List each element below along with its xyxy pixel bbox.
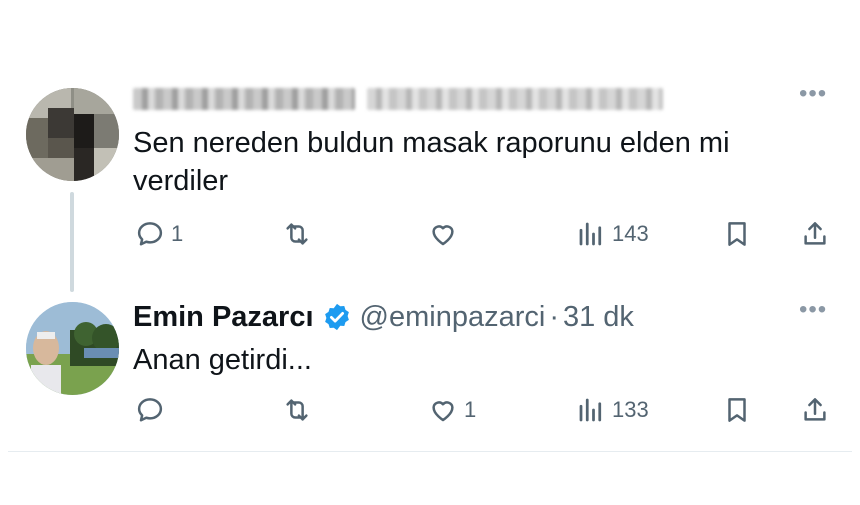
bookmark-icon (728, 222, 746, 246)
divider (8, 451, 852, 452)
retweet-icon (286, 223, 308, 245)
thread-connector-line (70, 192, 74, 292)
share-button[interactable] (800, 219, 830, 249)
views-chart-icon (579, 222, 602, 246)
more-options-icon[interactable]: ••• (799, 298, 827, 322)
views-count: 133 (612, 397, 649, 422)
avatar-blurred[interactable] (26, 88, 119, 181)
tweet-text: Sen nereden buldun masak raporunu elden … (133, 127, 730, 197)
views-chart-icon (579, 398, 602, 422)
heart-icon (432, 401, 454, 422)
verified-badge-icon (324, 303, 349, 331)
like-button[interactable] (428, 219, 458, 249)
separator-dot: · (549, 300, 559, 333)
reply-button[interactable]: 1 (135, 219, 183, 249)
like-count: 1 (464, 397, 477, 422)
retweet-icon (286, 399, 308, 421)
tweet-timestamp[interactable]: 31 dk (563, 301, 634, 334)
avatar-emin-pazarci[interactable] (26, 302, 119, 395)
reply-icon (137, 398, 163, 422)
views-count: 143 (612, 221, 649, 246)
share-icon (804, 398, 826, 421)
share-button[interactable] (800, 395, 830, 425)
bookmark-button[interactable] (722, 395, 752, 425)
more-options-icon[interactable]: ••• (799, 82, 827, 106)
views-button[interactable]: 133 (576, 395, 649, 425)
tweet-text: Anan getirdi... (133, 344, 312, 376)
bookmark-button[interactable] (722, 219, 752, 249)
blurred-author-name (133, 88, 355, 110)
author-handle[interactable]: @eminpazarci (360, 301, 546, 334)
author-name[interactable]: Emin Pazarcı (133, 301, 314, 334)
reply-count: 1 (171, 221, 184, 246)
bookmark-icon (728, 398, 746, 422)
retweet-button[interactable] (282, 219, 312, 249)
conversation-thread: ••• Sen nereden buldun masak raporunu el… (0, 0, 860, 505)
reply-button[interactable] (135, 395, 165, 425)
share-icon (804, 222, 826, 245)
heart-icon (432, 225, 454, 246)
reply-icon (137, 222, 163, 246)
tweet-header: Emin Pazarcı @eminpazarci · 31 dk (133, 298, 634, 336)
blurred-author-handle (367, 88, 663, 110)
retweet-button[interactable] (282, 395, 312, 425)
like-button[interactable]: 1 (428, 395, 476, 425)
views-button[interactable]: 143 (576, 219, 649, 249)
